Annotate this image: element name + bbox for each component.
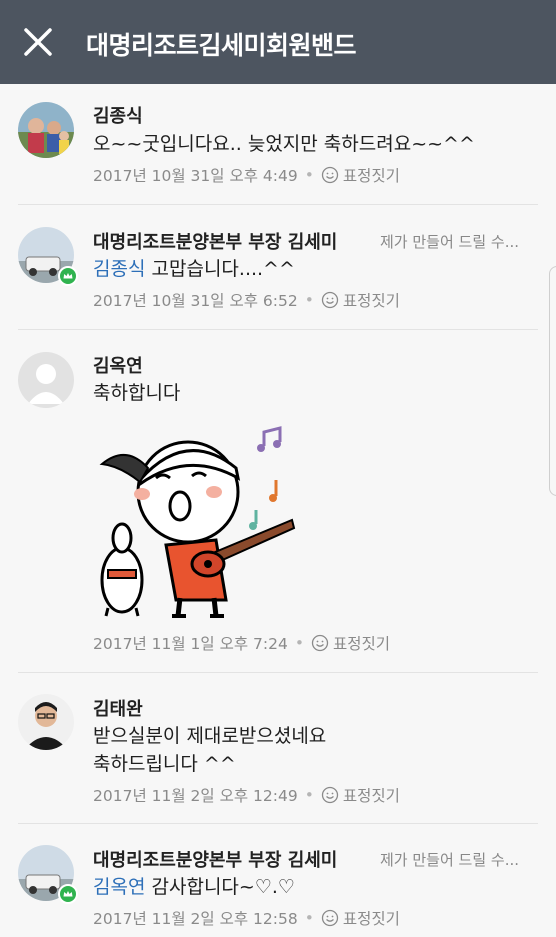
react-button[interactable]: 표정짓기 — [321, 164, 400, 186]
app-header: 대명리조트김세미회원밴드 — [0, 0, 556, 84]
comment-preview: 제가 만들어 드릴 수... — [380, 233, 520, 251]
comment-author[interactable]: 대명리조트분양본부 부장 김세미 — [93, 228, 337, 254]
separator-dot: • — [304, 166, 314, 184]
comment-meta: 2017년 11월 1일 오후 7:24 • 표정짓기 — [93, 632, 390, 654]
comment-time: 2017년 11월 2일 오후 12:49 — [93, 787, 298, 805]
comment-time: 2017년 10월 31일 오후 6:52 — [93, 292, 298, 310]
comment-text: 김종식 고맙습니다....^^ — [93, 256, 295, 283]
guitar-boy-sticker — [96, 420, 296, 620]
comment-author[interactable]: 김옥연 — [93, 352, 143, 378]
smiley-icon — [321, 786, 339, 804]
comment-text: 김옥연 감사합니다~♡.♡ — [93, 874, 295, 901]
comment-author[interactable]: 김태완 — [93, 695, 143, 721]
react-label: 표정짓기 — [333, 635, 391, 653]
scroll-indicator[interactable] — [549, 266, 556, 496]
separator-dot: • — [304, 786, 314, 804]
comment-time: 2017년 11월 1일 오후 7:24 — [93, 635, 288, 653]
comment-meta: 2017년 10월 31일 오후 4:49 • 표정짓기 — [93, 164, 400, 186]
comment-meta: 2017년 11월 2일 오후 12:58 • 표정짓기 — [93, 907, 400, 929]
comment-meta: 2017년 10월 31일 오후 6:52 • 표정짓기 — [93, 289, 400, 311]
comment-body: 감사합니다~♡.♡ — [151, 876, 295, 898]
react-button[interactable]: 표정짓기 — [321, 784, 400, 806]
comment-text: 오~~굿입니다요.. 늦었지만 축하드려요~~^^ — [93, 131, 475, 158]
close-icon[interactable] — [18, 22, 58, 62]
react-label: 표정짓기 — [342, 167, 400, 185]
comment-time: 2017년 10월 31일 오후 4:49 — [93, 167, 298, 185]
separator-dot: • — [304, 909, 314, 927]
separator-dot: • — [304, 291, 314, 309]
leader-badge-icon — [58, 266, 78, 286]
react-button[interactable]: 표정짓기 — [311, 632, 390, 654]
comment-time: 2017년 11월 2일 오후 12:58 — [93, 910, 298, 928]
react-label: 표정짓기 — [342, 292, 400, 310]
smiley-icon — [321, 166, 339, 184]
divider — [18, 823, 538, 824]
react-button[interactable]: 표정짓기 — [321, 907, 400, 929]
mention-link[interactable]: 김옥연 — [93, 876, 145, 898]
comment-text-line: 받으실분이 제대로받으셨네요 — [93, 725, 327, 747]
smiley-icon — [321, 909, 339, 927]
comment-body: 고맙습니다....^^ — [151, 258, 295, 280]
divider — [18, 672, 538, 673]
comment-text: 축하합니다 — [93, 380, 180, 407]
react-label: 표정짓기 — [342, 910, 400, 928]
comment-text-line: 축하드립니다 ^^ — [93, 753, 236, 775]
avatar[interactable] — [18, 694, 74, 750]
react-button[interactable]: 표정짓기 — [321, 289, 400, 311]
comment-author[interactable]: 대명리조트분양본부 부장 김세미 — [93, 846, 337, 872]
comment-body: 축하합니다 — [93, 382, 181, 404]
mention-link[interactable]: 김종식 — [93, 258, 145, 280]
comment-preview: 제가 만들어 드릴 수... — [380, 851, 520, 869]
react-label: 표정짓기 — [342, 787, 400, 805]
avatar-default-icon[interactable] — [18, 352, 74, 408]
comment-meta: 2017년 11월 2일 오후 12:49 • 표정짓기 — [93, 784, 400, 806]
page-title: 대명리조트김세미회원밴드 — [86, 31, 357, 60]
comment-body: 오~~굿입니다요.. 늦었지만 축하드려요~~^^ — [93, 133, 475, 155]
comment-author[interactable]: 김종식 — [93, 102, 143, 128]
separator-dot: • — [294, 634, 305, 652]
smiley-icon — [311, 634, 329, 652]
avatar[interactable] — [18, 102, 74, 158]
leader-badge-icon — [58, 884, 78, 904]
divider — [18, 204, 538, 205]
divider — [18, 329, 538, 330]
smiley-icon — [321, 291, 339, 309]
